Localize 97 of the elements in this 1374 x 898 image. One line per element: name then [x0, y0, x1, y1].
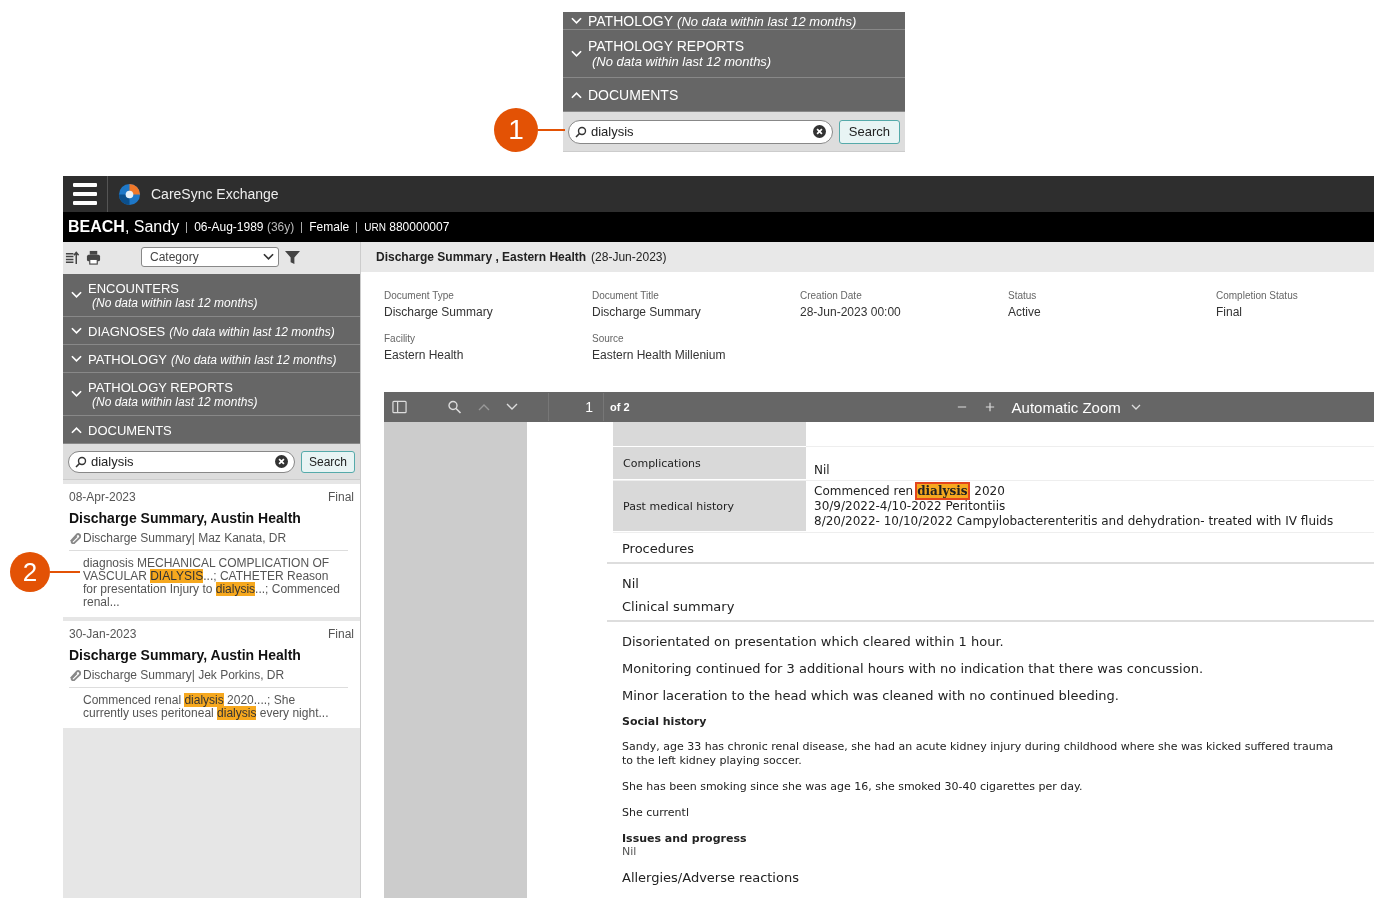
search-button[interactable]: Search	[300, 450, 355, 473]
next-page-icon[interactable]	[506, 402, 518, 412]
field-label: Status	[1008, 290, 1038, 301]
result-meta: Discharge Summary| Jek Porkins, DR	[83, 668, 285, 682]
search-field[interactable]: dialysis	[68, 450, 295, 473]
sidebar-toggle-icon[interactable]	[392, 400, 407, 414]
result-title: Discharge Summary, Austin Health	[69, 510, 302, 526]
search-field[interactable]: dialysis	[568, 119, 833, 144]
table-label-cell: Past medical history	[613, 481, 806, 532]
leader-line	[50, 571, 80, 573]
logo-icon	[118, 182, 141, 206]
section-header[interactable]: PATHOLOGY REPORTS (No data within last 12 months)	[563, 30, 905, 78]
callout-number: 1	[494, 108, 538, 152]
search-icon[interactable]	[447, 400, 462, 414]
field-label: Source	[592, 333, 625, 344]
page-number-field[interactable]: 1	[548, 393, 604, 421]
field-value: Active	[1008, 305, 1042, 319]
category-select[interactable]: Category	[141, 247, 279, 267]
field-value: 28-Jun-2023 00:00	[800, 305, 902, 319]
field-value: Discharge Summary	[592, 305, 702, 319]
section-header[interactable]: DIAGNOSES (No data within last 12 months)	[63, 317, 360, 345]
leader-line	[538, 129, 565, 131]
section-header[interactable]: DOCUMENTS	[563, 78, 905, 112]
patient-dob: 06-Aug-1989 (36y)	[194, 220, 295, 234]
result-snippet: diagnosis MECHANICAL COMPLICATION OF VASCULAR DIALYSIS...; CATHETER Reason for presentation Injury to dialysis...; Commenced renal...	[83, 557, 340, 609]
document-date: (28-Jun-2023)	[591, 250, 667, 264]
zoom-in-icon[interactable]	[983, 402, 996, 412]
result-title: Discharge Summary, Austin Health	[69, 647, 302, 663]
field-label: Creation Date	[800, 290, 863, 301]
document-paragraph: Allergies/Adverse reactions	[621, 869, 800, 885]
section-header[interactable]: PATHOLOGY (No data within last 12 months)	[63, 345, 360, 373]
document-paragraph: She has been smoking since she was age 16, she smoked 30-40 cigarettes per day.	[621, 779, 1084, 794]
chevron-icon	[571, 90, 582, 99]
document-paragraph: Minor laceration to the head which was cleaned with no continued bleeding.	[621, 687, 1120, 703]
field-label: Document Title	[592, 290, 660, 301]
search-icon	[575, 125, 587, 138]
patient-name: BEACH, Sandy	[68, 218, 180, 236]
field-value: Final	[1216, 305, 1243, 319]
clear-icon[interactable]	[274, 454, 288, 468]
patient-sex: Female	[309, 220, 350, 234]
chevron-icon	[71, 354, 82, 363]
subheading: Issues and progress	[621, 831, 748, 845]
paperclip-icon	[69, 532, 81, 544]
filter-icon[interactable]	[285, 249, 300, 265]
chevron-icon	[571, 49, 582, 58]
table-value: 30/9/2022-4/10-2022 Peritontiis	[814, 499, 1007, 514]
document-paragraph: She currentl	[621, 805, 690, 820]
chevron-icon	[71, 291, 82, 299]
search-button[interactable]: Search	[838, 119, 900, 144]
result-snippet: Commenced renal dialysis 2020....; She currently uses peritoneal dialysis every night...	[83, 694, 330, 720]
table-value: 8/20/2022- 10/10/2022 Campylobacterenteritis and dehydration- treated with IV fluids	[814, 514, 1335, 529]
export-icon[interactable]	[65, 249, 80, 265]
table-value: Nil	[814, 463, 830, 478]
field-value: Discharge Summary	[384, 305, 494, 319]
field-value: Eastern Health Millenium	[592, 348, 727, 362]
field-label: Completion Status	[1216, 290, 1299, 301]
document-note: Nil	[621, 845, 638, 858]
page-count: of 2	[610, 401, 630, 413]
chevron-icon	[571, 16, 582, 25]
document-title: Discharge Summary , Eastern Health	[376, 250, 587, 264]
clear-icon[interactable]	[812, 124, 826, 138]
field-label: Document Type	[384, 290, 455, 301]
result-card[interactable]: 30-Jan-2023 Final Discharge Summary, Austin Health Discharge Summary| Jek Porkins, DR Commenced renal dialysis 2020....; She currently uses peritoneal dialysis every night...	[63, 621, 360, 728]
patient-urn: URN 880000007	[364, 220, 450, 234]
table-value: Commenced ren dialysis 2020	[814, 484, 1006, 499]
document-paragraph: Monitoring continued for 3 additional hours with no indication that there was concussion.	[621, 660, 1205, 676]
caret-icon	[263, 253, 274, 261]
search-icon	[75, 455, 87, 468]
caret-icon	[1130, 404, 1141, 410]
result-status: Final	[328, 627, 354, 641]
result-date: 08-Apr-2023	[69, 490, 136, 504]
section-heading: Procedures	[607, 533, 1374, 564]
subheading: Social history	[621, 714, 708, 728]
chevron-icon	[71, 425, 82, 434]
result-status: Final	[328, 490, 354, 504]
document-paragraph: Sandy, age 33 has chronic renal disease, she had an acute kidney injury during childhood where she was kicked suffered trauma to the left kidney playing soccer.	[621, 739, 1335, 768]
document-paragraph: Nil	[621, 575, 640, 591]
section-header[interactable]: PATHOLOGY (No data within last 12 months)	[563, 12, 905, 30]
result-date: 30-Jan-2023	[69, 627, 137, 641]
zoom-select[interactable]: Automatic Zoom	[1011, 398, 1141, 416]
section-header[interactable]: PATHOLOGY REPORTS (No data within last 12 months)	[63, 373, 360, 416]
document-paragraph: Disorientated on presentation which cleared within 1 hour.	[621, 633, 1005, 649]
field-label: Facility	[384, 333, 417, 344]
result-card[interactable]	[63, 484, 360, 617]
section-header[interactable]: ENCOUNTERS (No data within last 12 months)	[63, 274, 360, 317]
print-icon[interactable]	[86, 249, 101, 265]
section-header[interactable]: DOCUMENTS	[63, 416, 360, 444]
field-value: Eastern Health	[384, 348, 465, 362]
chevron-icon	[71, 390, 82, 398]
result-meta: Discharge Summary| Maz Kanata, DR	[83, 531, 287, 545]
callout-number: 2	[10, 552, 50, 592]
app-title: CareSync Exchange	[151, 186, 279, 202]
table-label-cell: Complications	[613, 447, 806, 480]
menu-icon[interactable]	[73, 183, 97, 205]
paperclip-icon	[69, 669, 81, 681]
chevron-icon	[71, 326, 82, 335]
section-heading: Clinical summary	[607, 591, 1374, 622]
